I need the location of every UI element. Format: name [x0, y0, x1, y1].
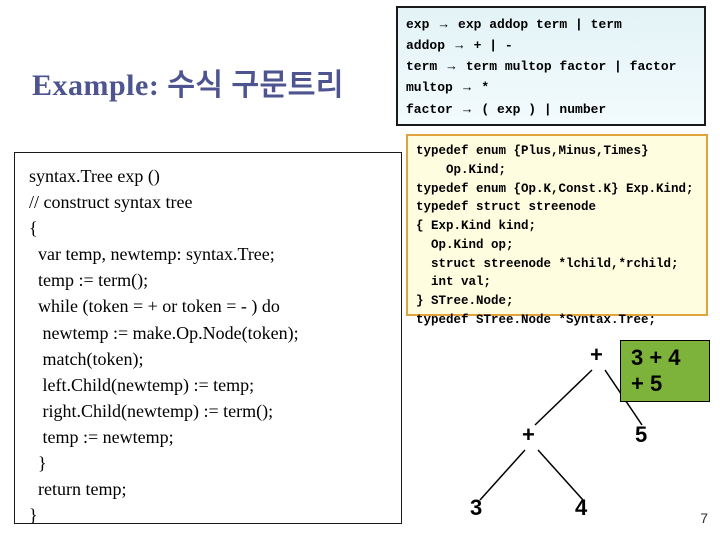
- arrow-icon: →: [453, 37, 466, 52]
- typedef-box: typedef enum {Plus,Minus,Times} Op.Kind;…: [406, 134, 708, 316]
- tree-node-right: 5: [635, 422, 647, 448]
- page-number: 7: [700, 510, 708, 526]
- tree-node-ll: 3: [470, 495, 482, 521]
- grammar-line-4a: multop: [406, 80, 461, 95]
- grammar-line-1a: exp: [406, 17, 437, 32]
- pseudocode-box: syntax.Tree exp () // construct syntax t…: [14, 152, 402, 524]
- tree-node-left: +: [522, 422, 535, 448]
- grammar-line-5a: factor: [406, 102, 461, 117]
- grammar-line-3a: term: [406, 59, 445, 74]
- tree-node-root: +: [590, 342, 603, 368]
- expression-label: 3 + 4 + 5: [620, 340, 710, 402]
- slide-title: Example: 수식 구문트리: [32, 60, 344, 104]
- grammar-line-5b: ( exp ) | number: [474, 102, 607, 117]
- tree-node-lr: 4: [575, 495, 587, 521]
- arrow-icon: →: [461, 101, 474, 116]
- grammar-line-2a: addop: [406, 38, 453, 53]
- arrow-icon: →: [461, 79, 474, 94]
- grammar-line-1b: exp addop term | term: [450, 17, 622, 32]
- grammar-box: exp → exp addop term | term addop → + | …: [396, 6, 706, 126]
- arrow-icon: →: [445, 58, 458, 73]
- grammar-line-4b: *: [474, 80, 490, 95]
- grammar-line-3b: term multop factor | factor: [458, 59, 676, 74]
- syntax-tree: + + 5 3 4 3 + 4 + 5: [420, 330, 710, 530]
- arrow-icon: →: [437, 16, 450, 31]
- grammar-line-2b: + | -: [466, 38, 513, 53]
